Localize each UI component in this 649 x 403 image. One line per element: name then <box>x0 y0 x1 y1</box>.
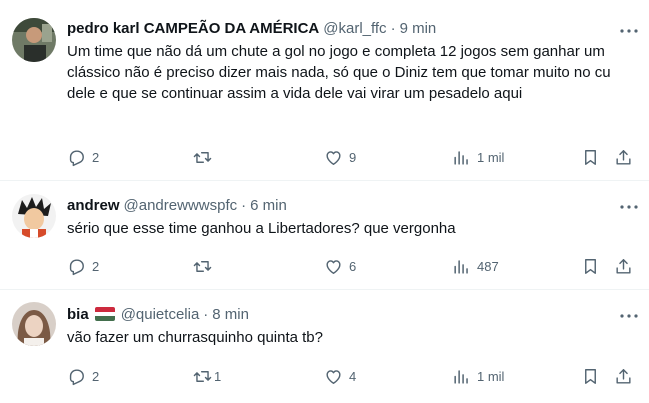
heart-icon <box>326 150 341 165</box>
tweet-actions: 2 6 487 <box>67 256 631 276</box>
bookmark-button[interactable] <box>581 147 600 167</box>
display-name[interactable]: bia <box>67 305 89 325</box>
more-icon[interactable] <box>617 197 641 217</box>
share-button[interactable] <box>614 366 633 386</box>
heart-icon <box>326 369 341 384</box>
views-icon <box>454 369 468 384</box>
retweet-count: 1 <box>214 368 222 384</box>
reply-count: 2 <box>92 258 100 274</box>
reply-button[interactable]: 2 <box>67 256 99 276</box>
display-name[interactable]: pedro karl CAMPEÃO DA AMÉRICA <box>67 19 319 39</box>
flag-stripe <box>94 316 115 321</box>
tweet-header: bia @quietcelia · 8 min <box>67 305 637 325</box>
reply-icon <box>69 368 84 385</box>
tweet-actions: 2 9 1 mil <box>67 147 631 167</box>
tweet-text: Um time que não dá um chute a gol no jog… <box>67 43 611 102</box>
avatar[interactable] <box>12 302 56 346</box>
separator-dot: · <box>390 20 396 37</box>
share-button[interactable] <box>614 256 633 276</box>
views-button[interactable]: 1 mil <box>452 366 504 386</box>
tweet-text: vão fazer um churrasquinho quinta tb? <box>67 329 323 346</box>
tweet[interactable]: bia @quietcelia · 8 min vão fazer um chu… <box>0 290 649 403</box>
retweet-icon <box>193 370 212 382</box>
tweet-text: sério que esse time ganhou a Libertadore… <box>67 220 456 237</box>
bookmark-icon <box>585 149 596 165</box>
more-icon[interactable] <box>617 21 641 41</box>
reply-icon <box>69 149 84 166</box>
timestamp[interactable]: 8 min <box>212 305 249 325</box>
separator-dot: · <box>241 197 247 214</box>
hungary-flag-icon <box>94 307 115 321</box>
bookmark-button[interactable] <box>581 256 600 276</box>
tweet-actions: 2 1 4 1 mil <box>67 366 631 386</box>
view-count: 1 mil <box>477 149 505 165</box>
share-icon <box>616 149 631 165</box>
more-icon[interactable] <box>617 306 641 326</box>
separator-dot: · <box>203 306 209 323</box>
display-name[interactable]: andrew <box>67 196 120 216</box>
tweet[interactable]: pedro karl CAMPEÃO DA AMÉRICA @karl_ffc … <box>0 0 649 181</box>
view-count: 1 mil <box>477 368 505 384</box>
views-button[interactable]: 487 <box>452 256 499 276</box>
views-icon <box>454 259 468 274</box>
views-button[interactable]: 1 mil <box>452 147 504 167</box>
bookmark-button[interactable] <box>581 366 600 386</box>
retweet-button[interactable] <box>193 147 218 167</box>
retweet-button[interactable]: 1 <box>193 366 221 386</box>
user-handle[interactable]: @quietcelia <box>121 305 200 325</box>
reply-button[interactable]: 2 <box>67 147 99 167</box>
retweet-icon <box>193 151 212 163</box>
reply-count: 2 <box>92 149 100 165</box>
reply-icon <box>69 258 84 275</box>
avatar[interactable] <box>12 194 56 238</box>
user-handle[interactable]: @andrewwwspfc <box>124 196 238 216</box>
view-count: 487 <box>477 258 499 274</box>
like-button[interactable]: 6 <box>324 256 356 276</box>
tweet[interactable]: andrew @andrewwwspfc · 6 min sério que e… <box>0 181 649 290</box>
heart-icon <box>326 259 341 274</box>
user-handle[interactable]: @karl_ffc <box>323 19 386 39</box>
tweet-header: andrew @andrewwwspfc · 6 min <box>67 196 637 216</box>
like-count: 6 <box>349 258 357 274</box>
like-button[interactable]: 4 <box>324 366 356 386</box>
share-button[interactable] <box>614 147 633 167</box>
timestamp[interactable]: 9 min <box>400 19 437 39</box>
reply-count: 2 <box>92 368 100 384</box>
reply-button[interactable]: 2 <box>67 366 99 386</box>
timestamp[interactable]: 6 min <box>250 196 287 216</box>
like-count: 9 <box>349 149 357 165</box>
share-icon <box>616 258 631 274</box>
bookmark-icon <box>585 258 596 274</box>
avatar[interactable] <box>12 18 56 62</box>
retweet-button[interactable] <box>193 256 218 276</box>
share-icon <box>616 368 631 384</box>
views-icon <box>454 150 468 165</box>
like-count: 4 <box>349 368 357 384</box>
bookmark-icon <box>585 368 596 384</box>
like-button[interactable]: 9 <box>324 147 356 167</box>
tweet-header: pedro karl CAMPEÃO DA AMÉRICA @karl_ffc … <box>67 19 637 39</box>
retweet-icon <box>193 260 212 272</box>
